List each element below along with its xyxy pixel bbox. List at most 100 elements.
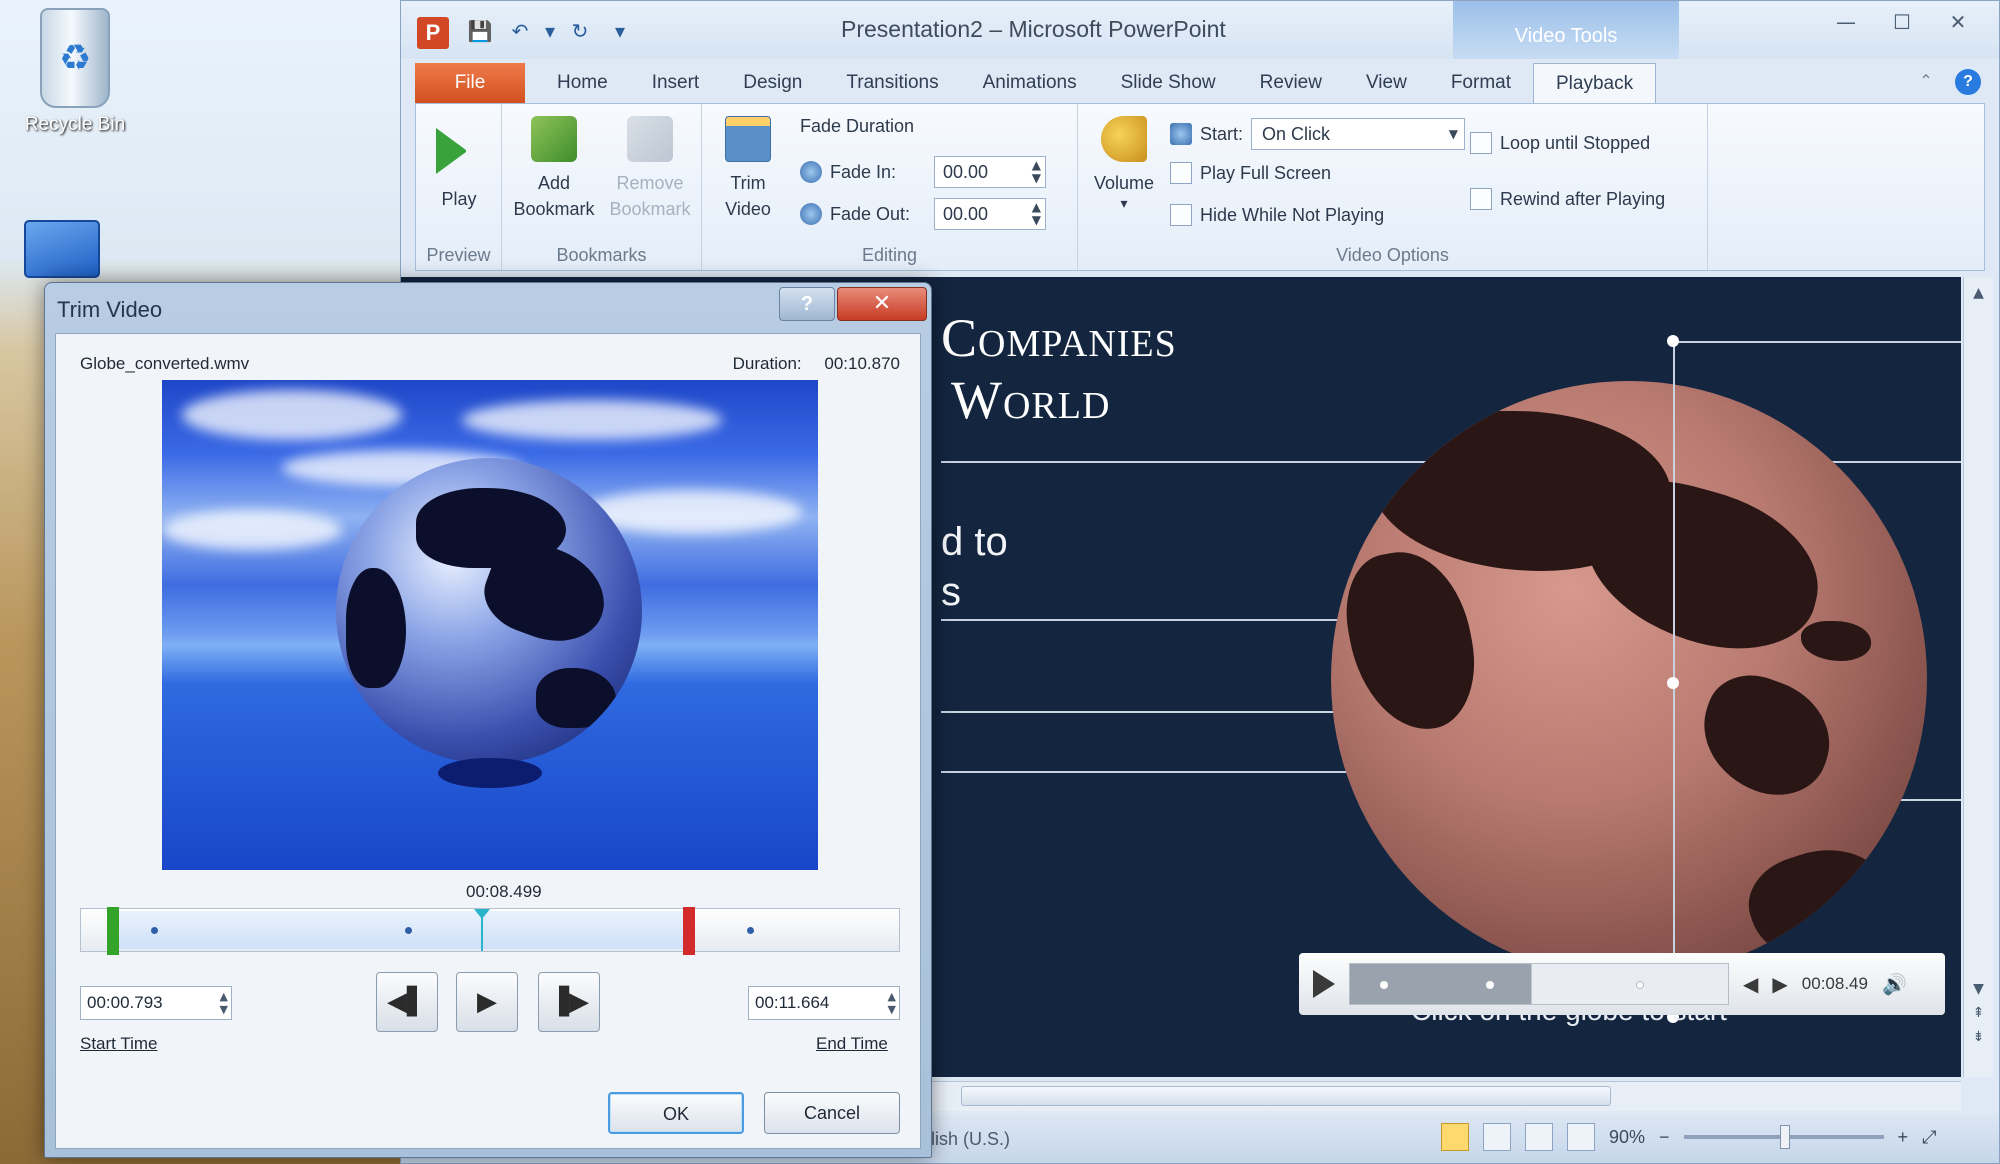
fade-out-spinner[interactable]: 00.00 ▲ ▼: [934, 198, 1046, 230]
next-slide-icon[interactable]: ⇟: [1964, 1029, 1993, 1045]
trim-timeline[interactable]: [80, 907, 900, 955]
recycle-bin-icon[interactable]: Recycle Bin: [10, 8, 140, 136]
tab-design[interactable]: Design: [721, 63, 824, 103]
remove-bookmark-button[interactable]: Remove Bookmark: [602, 116, 698, 222]
minimize-ribbon-icon[interactable]: ⌃: [1913, 69, 1939, 95]
tab-animations[interactable]: Animations: [961, 63, 1099, 103]
powerpoint-logo-icon[interactable]: P: [417, 17, 449, 49]
cancel-button[interactable]: Cancel: [764, 1092, 900, 1134]
customize-qat-icon[interactable]: ▾: [603, 15, 637, 47]
fade-out-icon: [800, 203, 822, 225]
start-time-label: Start Time: [80, 1034, 158, 1053]
tab-file[interactable]: File: [415, 63, 525, 103]
globe-video-frame[interactable]: [1331, 381, 1927, 977]
landmass-shape: [1565, 462, 1837, 670]
bookmark-dot[interactable]: [405, 927, 412, 934]
resize-handle[interactable]: [1667, 677, 1679, 689]
zoom-slider-thumb[interactable]: [1779, 1125, 1790, 1149]
end-time-field[interactable]: 00:11.664 ▲ ▼: [748, 986, 900, 1020]
media-play-icon[interactable]: [1313, 970, 1335, 998]
previous-slide-icon[interactable]: ⇞: [1964, 1005, 1993, 1021]
dialog-close-button[interactable]: ✕: [837, 287, 927, 321]
start-dropdown[interactable]: On Click ▼: [1251, 118, 1466, 150]
slide-show-icon[interactable]: [1567, 1123, 1595, 1151]
tab-home[interactable]: Home: [535, 63, 630, 103]
group-preview: Play Preview: [416, 104, 502, 270]
fit-to-window-icon[interactable]: ⤢: [1922, 1127, 1936, 1148]
spinner-arrows-icon[interactable]: ▲ ▼: [888, 990, 896, 1016]
folder-icon[interactable]: [24, 220, 100, 278]
slide-sorter-icon[interactable]: [1483, 1123, 1511, 1151]
tab-view[interactable]: View: [1344, 63, 1429, 103]
landmass-shape: [1336, 541, 1486, 741]
normal-view-icon[interactable]: [1441, 1123, 1469, 1151]
end-trim-handle[interactable]: [683, 907, 695, 955]
next-frame-button[interactable]: ▐▶: [538, 972, 600, 1032]
undo-icon[interactable]: ↶: [503, 15, 537, 47]
checkbox-icon[interactable]: [1170, 204, 1192, 226]
spinner-arrows-icon[interactable]: ▲ ▼: [1032, 159, 1041, 185]
slide-title[interactable]: Companies World: [941, 307, 1177, 431]
zoom-out-icon[interactable]: −: [1659, 1127, 1670, 1148]
scroll-up-icon[interactable]: ▲: [1964, 285, 1993, 301]
tab-insert[interactable]: Insert: [630, 63, 722, 103]
add-bookmark-button[interactable]: Add Bookmark: [506, 116, 602, 222]
bookmark-dot[interactable]: [1486, 981, 1494, 989]
checkbox-icon[interactable]: [1470, 132, 1492, 154]
checkbox-icon[interactable]: [1470, 188, 1492, 210]
media-next-icon[interactable]: ▶: [1772, 972, 1787, 996]
loop-until-stopped-checkbox[interactable]: Loop until Stopped: [1470, 132, 1650, 154]
media-time: 00:08.49: [1801, 974, 1868, 993]
duration-value: 00:10.870: [824, 354, 900, 373]
maximize-icon[interactable]: ☐: [1879, 7, 1925, 37]
bookmark-dot[interactable]: [1636, 981, 1644, 989]
language-indicator[interactable]: lish (U.S.): [931, 1129, 1010, 1150]
dialog-play-button[interactable]: ▶: [456, 972, 518, 1032]
vertical-scrollbar[interactable]: ▲ ▼ ⇞ ⇟: [1963, 277, 1993, 1077]
previous-frame-button[interactable]: ◀▌: [376, 972, 438, 1032]
cloud-shape: [182, 390, 402, 440]
resize-handle[interactable]: [1667, 335, 1679, 347]
undo-dropdown-icon[interactable]: ▾: [543, 15, 557, 47]
tab-transitions[interactable]: Transitions: [824, 63, 960, 103]
scroll-down-icon[interactable]: ▼: [1964, 981, 1993, 997]
play-full-screen-checkbox[interactable]: Play Full Screen: [1170, 162, 1331, 184]
media-seek-bar[interactable]: [1349, 963, 1729, 1005]
bookmark-dot[interactable]: [747, 927, 754, 934]
rewind-after-playing-checkbox[interactable]: Rewind after Playing: [1470, 188, 1665, 210]
fade-in-spinner[interactable]: 00.00 ▲ ▼: [934, 156, 1046, 188]
zoom-slider[interactable]: [1683, 1125, 1884, 1149]
scroll-thumb[interactable]: [961, 1086, 1611, 1106]
zoom-in-icon[interactable]: +: [1898, 1127, 1909, 1148]
tab-review[interactable]: Review: [1238, 63, 1344, 103]
trim-video-button[interactable]: Trim Video: [708, 116, 788, 222]
start-time-field[interactable]: 00:00.793 ▲ ▼: [80, 986, 232, 1020]
checkbox-icon[interactable]: [1170, 162, 1192, 184]
dialog-help-button[interactable]: ?: [779, 287, 835, 321]
bookmark-dot[interactable]: [1380, 981, 1388, 989]
spinner-arrows-icon[interactable]: ▲ ▼: [220, 990, 228, 1016]
hide-while-not-playing-checkbox[interactable]: Hide While Not Playing: [1170, 204, 1384, 226]
tab-playback[interactable]: Playback: [1533, 63, 1657, 103]
help-icon[interactable]: ?: [1955, 69, 1981, 95]
start-trim-handle[interactable]: [107, 907, 119, 955]
playhead-marker[interactable]: [474, 909, 490, 951]
close-icon[interactable]: ✕: [1935, 7, 1981, 37]
play-icon: [436, 128, 482, 174]
zoom-level[interactable]: 90%: [1609, 1127, 1645, 1148]
play-button[interactable]: Play: [430, 128, 488, 212]
volume-button[interactable]: Volume ▾: [1084, 116, 1164, 210]
media-volume-icon[interactable]: 🔊: [1882, 972, 1907, 996]
save-icon[interactable]: 💾: [463, 15, 497, 47]
tab-format[interactable]: Format: [1429, 63, 1533, 103]
minimize-icon[interactable]: —: [1823, 7, 1869, 37]
media-prev-icon[interactable]: ◀: [1743, 972, 1758, 996]
bookmark-dot[interactable]: [151, 927, 158, 934]
redo-icon[interactable]: ↻: [563, 15, 597, 47]
spinner-arrows-icon[interactable]: ▲ ▼: [1032, 201, 1041, 227]
volume-dropdown-icon: ▾: [1120, 195, 1128, 211]
landmass-shape: [536, 668, 616, 728]
reading-view-icon[interactable]: [1525, 1123, 1553, 1151]
tab-slide-show[interactable]: Slide Show: [1099, 63, 1238, 103]
ok-button[interactable]: OK: [608, 1092, 744, 1134]
